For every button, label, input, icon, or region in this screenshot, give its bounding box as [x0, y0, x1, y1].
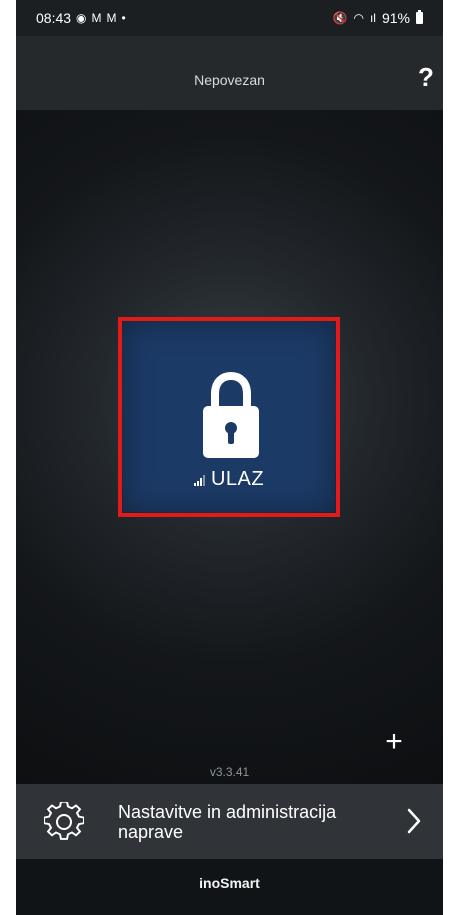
main-content: ULAZ + v3.3.41 [16, 110, 443, 784]
version-label: v3.3.41 [209, 765, 250, 779]
chevron-right-icon [407, 808, 421, 834]
app-screen: 08:43 ◉ M M • 🔇 ◠ ıl 91% Nepovezan ? ULA… [16, 0, 443, 915]
gmail-icon: M [106, 11, 117, 25]
battery-icon [416, 10, 423, 24]
signal-icon: ıl [369, 11, 376, 25]
status-time: 08:43 [36, 10, 72, 26]
help-button[interactable]: ? [415, 61, 437, 93]
status-bar: 08:43 ◉ M M • 🔇 ◠ ıl 91% [16, 0, 443, 36]
door-tile-ulaz[interactable]: ULAZ [123, 322, 335, 512]
wifi-icon: ◠ [353, 11, 364, 25]
mute-icon: 🔇 [332, 11, 348, 25]
dot-icon: • [121, 11, 126, 25]
door-label: ULAZ [210, 468, 265, 490]
brand-logo: inoSmart [199, 875, 260, 891]
connection-status-title: Nepovezan [194, 72, 265, 88]
gmail-icon: M [91, 11, 102, 25]
status-right: 🔇 ◠ ıl 91% [333, 10, 423, 26]
settings-bar[interactable]: Nastavitve in administracija naprave [16, 784, 443, 859]
footer: inoSmart [16, 859, 443, 915]
status-left: 08:43 ◉ M M • [36, 10, 126, 26]
lock-icon [203, 372, 259, 458]
battery-percentage: 91% [381, 10, 410, 26]
app-header: Nepovezan ? [16, 36, 443, 110]
settings-label: Nastavitve in administracija naprave [118, 802, 337, 842]
gear-icon [44, 802, 84, 840]
add-button[interactable]: + [380, 727, 408, 757]
messenger-icon: ◉ [76, 11, 87, 25]
door-label-row: ULAZ [123, 468, 335, 491]
signal-strength-icon [193, 474, 205, 486]
